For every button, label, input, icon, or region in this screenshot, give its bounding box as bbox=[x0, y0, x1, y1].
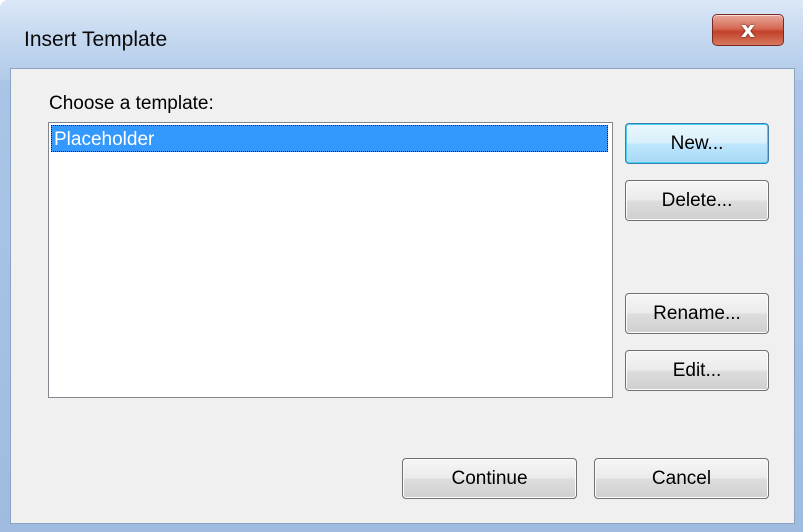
template-list-item[interactable]: Placeholder bbox=[51, 125, 608, 152]
choose-template-label: Choose a template: bbox=[49, 93, 214, 114]
new-button[interactable]: New... bbox=[625, 123, 769, 164]
delete-button[interactable]: Delete... bbox=[625, 180, 769, 221]
rename-button[interactable]: Rename... bbox=[625, 293, 769, 334]
close-button[interactable]: x bbox=[712, 14, 784, 46]
template-listbox[interactable]: Placeholder bbox=[48, 122, 613, 398]
insert-template-dialog: Insert Template x Choose a template: Pla… bbox=[0, 0, 803, 532]
close-icon: x bbox=[740, 17, 756, 43]
continue-button[interactable]: Continue bbox=[402, 458, 577, 499]
window-title: Insert Template bbox=[24, 28, 168, 51]
dialog-body: Choose a template: Placeholder New... De… bbox=[10, 68, 795, 524]
cancel-button[interactable]: Cancel bbox=[594, 458, 769, 499]
edit-button[interactable]: Edit... bbox=[625, 350, 769, 391]
